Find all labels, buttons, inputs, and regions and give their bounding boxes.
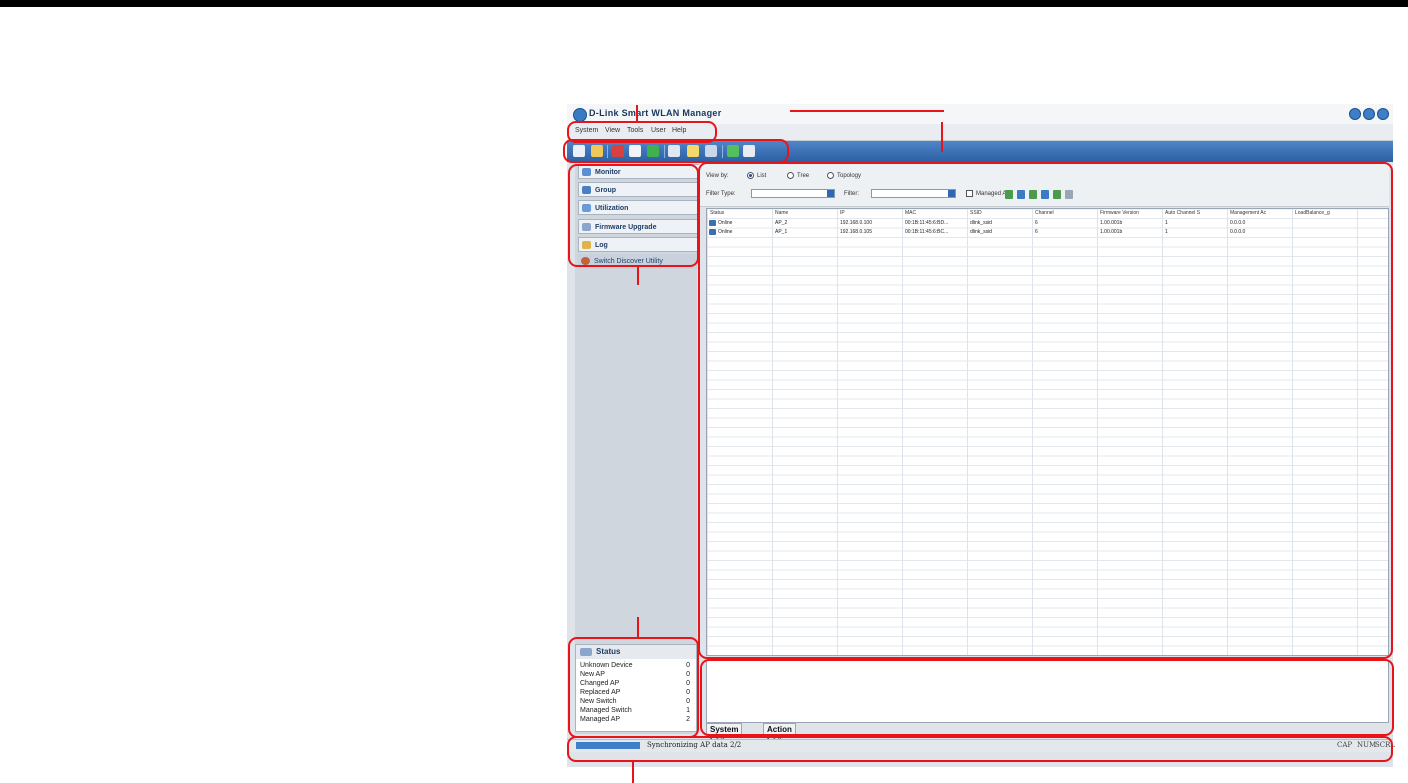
- sidebar-callout: [568, 164, 699, 267]
- statusbar-callout: [567, 736, 1393, 762]
- window-title: D-Link Smart WLAN Manager: [589, 108, 722, 118]
- status-panel-callout: [568, 637, 699, 738]
- toolbar-callout-line: [941, 122, 943, 152]
- close-button[interactable]: [1377, 108, 1389, 120]
- window-controls: [1349, 108, 1389, 120]
- minimize-button[interactable]: [1349, 108, 1361, 120]
- status-panel-callout-line: [637, 617, 639, 638]
- toolbar-callout-line: [790, 110, 944, 112]
- top-black-bar: [0, 0, 1408, 7]
- menubar-callout-line: [636, 105, 638, 122]
- maximize-button[interactable]: [1363, 108, 1375, 120]
- log-callout: [700, 659, 1394, 736]
- toolbar-callout: [563, 139, 789, 163]
- device-list-callout: [698, 162, 1393, 659]
- statusbar-callout-line: [632, 762, 634, 783]
- app-logo-icon: [573, 108, 587, 122]
- sidebar-callout-line: [637, 266, 639, 285]
